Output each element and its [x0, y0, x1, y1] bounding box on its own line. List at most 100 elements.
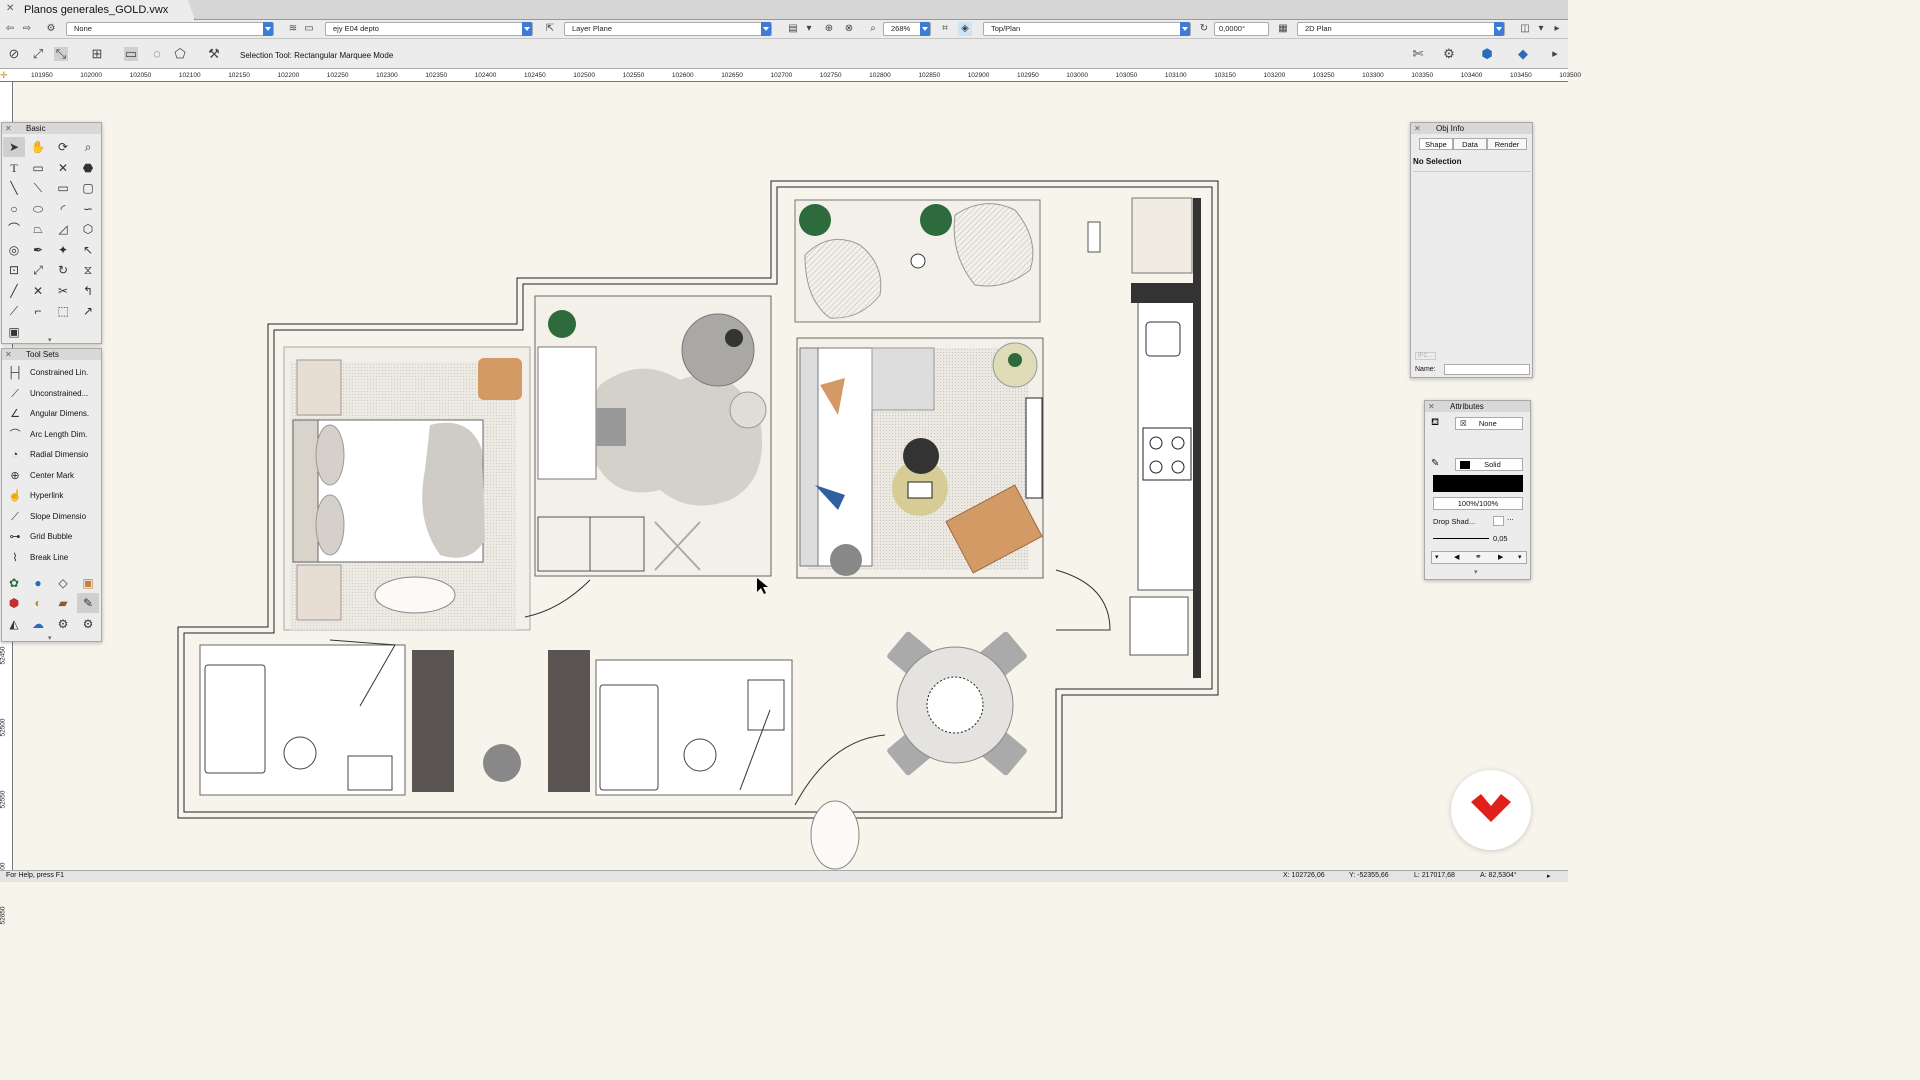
- end-marker-dropdown-icon[interactable]: ▾: [1518, 553, 1522, 561]
- spiral-tool-icon[interactable]: ◎: [3, 240, 25, 260]
- lasso-icon[interactable]: ◌: [150, 47, 164, 61]
- symbol-tool-icon[interactable]: ⬣: [77, 158, 99, 178]
- drop-shadow-checkbox[interactable]: [1493, 516, 1504, 526]
- objinfo-header[interactable]: ✕ Obj Info: [1411, 123, 1532, 134]
- opacity-field[interactable]: 100%/100%: [1433, 497, 1523, 510]
- double-line-tool-icon[interactable]: ⟍: [27, 178, 49, 198]
- document-tab[interactable]: ✕ Planos generales_GOLD.vwx: [0, 0, 195, 20]
- layer-options-icon[interactable]: ▭: [302, 22, 316, 36]
- toolset-item-slope[interactable]: ⟋ Slope Dimensio: [2, 507, 99, 527]
- offset-curve-tool-icon[interactable]: ↗: [77, 301, 99, 321]
- sheet-dropdown-icon[interactable]: ▾: [802, 22, 816, 36]
- expand-toolsets-icon[interactable]: ▾: [48, 634, 52, 642]
- link-markers-icon[interactable]: ⚭: [1475, 552, 1482, 561]
- start-marker-arrow-icon[interactable]: ◀: [1454, 553, 1459, 561]
- split-tool-icon[interactable]: ✂: [52, 281, 74, 301]
- collapse-toolbar-icon[interactable]: ▸: [1548, 47, 1562, 61]
- drawing-canvas[interactable]: [14, 83, 1568, 870]
- detailing-icon[interactable]: ▰: [52, 593, 74, 613]
- freehand-tool-icon[interactable]: ∽: [77, 199, 99, 219]
- toolset-item-arc-length[interactable]: ⌒ Arc Length Dim.: [2, 425, 99, 445]
- toolset-item-break-line[interactable]: ⌇ Break Line: [2, 548, 99, 568]
- plane-dropdown[interactable]: Layer Plane: [564, 22, 772, 36]
- fill-bucket-icon[interactable]: ⛾: [1431, 417, 1439, 430]
- name-field[interactable]: [1444, 364, 1530, 375]
- tab-render[interactable]: Render: [1487, 138, 1527, 150]
- callout-tool-icon[interactable]: ▭: [27, 158, 49, 178]
- visualization-icon[interactable]: ☁: [27, 614, 49, 634]
- expand-palette-icon[interactable]: ▾: [48, 336, 52, 344]
- render-mode-icon[interactable]: ▦: [1276, 22, 1290, 36]
- view-dropdown[interactable]: Top/Plan: [983, 22, 1191, 36]
- tab-shape[interactable]: Shape: [1419, 138, 1453, 150]
- toolset-item-hyperlink[interactable]: ☝ Hyperlink: [2, 486, 99, 506]
- toolset-item-center-mark[interactable]: ⊕ Center Mark: [2, 466, 99, 486]
- toolset-item-unconstrained[interactable]: ⟋ Unconstrained...: [2, 384, 99, 404]
- zoom-objects-icon[interactable]: ⊗: [842, 22, 856, 36]
- lighting-icon[interactable]: ◐: [27, 593, 49, 613]
- rotate-view-icon[interactable]: ↻: [1197, 22, 1211, 36]
- snap-settings-icon[interactable]: ✄: [1411, 47, 1425, 61]
- zoom-icon[interactable]: ⌕: [866, 22, 880, 36]
- back-arrow-icon[interactable]: ⇦: [3, 22, 17, 36]
- ifc-button[interactable]: IFC...: [1415, 352, 1436, 360]
- line-tool-icon[interactable]: ╲: [3, 178, 25, 198]
- ruler-origin-icon[interactable]: ✛: [0, 70, 8, 81]
- text-tool-icon[interactable]: T: [3, 158, 25, 178]
- class-icon[interactable]: ⚙: [44, 22, 58, 36]
- attribute-mapping-icon[interactable]: ✦: [52, 240, 74, 260]
- close-objinfo-icon[interactable]: ✕: [1414, 123, 1421, 134]
- toolset-item-constrained-linear[interactable]: ├┤ Constrained Lin.: [2, 363, 99, 383]
- toolset-item-radial[interactable]: ◔ Radial Dimensio: [2, 445, 99, 465]
- fill-style-dropdown[interactable]: ☒ None: [1455, 417, 1523, 430]
- arc-tool-icon[interactable]: ◜: [52, 199, 74, 219]
- preferences-icon[interactable]: ⚒: [207, 47, 221, 61]
- eyedropper-tool-icon[interactable]: ✒: [27, 240, 49, 260]
- landscape-icon[interactable]: ●: [27, 573, 49, 593]
- projection-dropdown-icon[interactable]: ▾: [1534, 22, 1548, 36]
- polygon-marquee-icon[interactable]: ⬠: [173, 47, 187, 61]
- sheet-icon[interactable]: ▤: [786, 22, 800, 36]
- polygon-tool-icon[interactable]: ⏢: [27, 219, 49, 239]
- fillet-tool-icon[interactable]: ╱: [3, 281, 25, 301]
- pan-tool-icon[interactable]: ✋: [27, 137, 49, 157]
- close-palette-icon[interactable]: ✕: [5, 123, 12, 134]
- attributes-header[interactable]: ✕ Attributes: [1425, 401, 1530, 412]
- plumbing-icon[interactable]: ⚙: [77, 614, 99, 634]
- view-toggle-icon[interactable]: ◈: [958, 22, 972, 36]
- end-marker-arrow-icon[interactable]: ▶: [1498, 553, 1503, 561]
- forward-arrow-icon[interactable]: ⇨: [20, 22, 34, 36]
- toolset-item-grid-bubble[interactable]: ⊶ Grid Bubble: [2, 527, 99, 547]
- model-setup-icon[interactable]: ◆: [1516, 47, 1530, 61]
- flyover-tool-icon[interactable]: ⟳: [52, 137, 74, 157]
- cloud-sync-icon[interactable]: ⬢: [1480, 47, 1494, 61]
- snap-object-icon[interactable]: ⤢: [31, 47, 45, 61]
- oval-tool-icon[interactable]: ⬭: [27, 199, 49, 219]
- trim-tool-icon[interactable]: ✕: [27, 281, 49, 301]
- pen-style-dropdown[interactable]: Solid: [1455, 458, 1523, 471]
- 3d-modeling-icon[interactable]: ◭: [3, 614, 25, 634]
- projection-icon[interactable]: ◫: [1518, 22, 1532, 36]
- basic-palette-header[interactable]: ✕ Basic: [2, 123, 101, 134]
- clip-tool-icon[interactable]: ⬚: [52, 301, 74, 321]
- horizontal-ruler[interactable]: ✛ 101950 102000 102050 102100 102150 102200 10…: [0, 69, 1581, 82]
- line-weight-value[interactable]: 0,05: [1493, 534, 1508, 543]
- dims-notes-icon[interactable]: ✎: [77, 593, 99, 613]
- fasteners-icon[interactable]: ⚙: [52, 614, 74, 634]
- selection-tool-icon[interactable]: ➤: [3, 137, 25, 157]
- rectangle-tool-icon[interactable]: ▭: [52, 178, 74, 198]
- close-toolsets-icon[interactable]: ✕: [5, 349, 12, 360]
- furniture-icon[interactable]: ▣: [77, 573, 99, 593]
- close-attributes-icon[interactable]: ✕: [1428, 401, 1435, 412]
- snap-grid-icon[interactable]: ⤡: [54, 47, 68, 61]
- align-icon[interactable]: ⊞: [90, 47, 104, 61]
- regular-polygon-tool-icon[interactable]: ⬡: [77, 219, 99, 239]
- expand-attributes-icon[interactable]: ▾: [1474, 568, 1478, 576]
- polyline-tool-icon[interactable]: ⌒: [3, 219, 25, 239]
- rounded-rectangle-tool-icon[interactable]: ▢: [77, 178, 99, 198]
- rotate-tool-icon[interactable]: ↻: [52, 260, 74, 280]
- status-arrow-icon[interactable]: ▸: [1547, 872, 1551, 880]
- rotation-field[interactable]: 0,0000°: [1214, 22, 1269, 36]
- fit-view-icon[interactable]: ⊕: [822, 22, 836, 36]
- building-shell-icon[interactable]: ◇: [52, 573, 74, 593]
